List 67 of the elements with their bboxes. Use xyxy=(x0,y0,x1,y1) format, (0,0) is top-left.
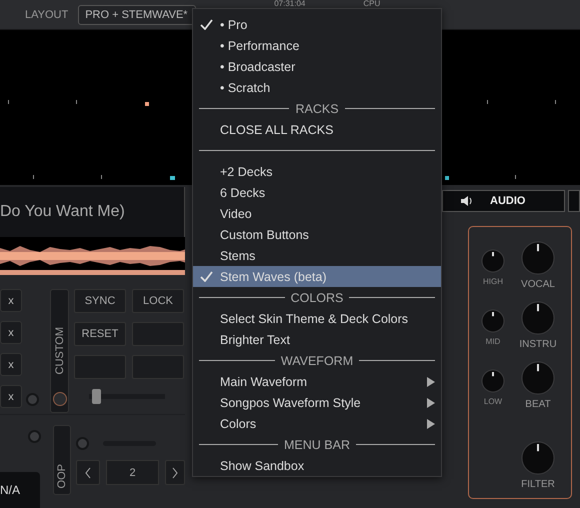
custom-panel[interactable]: CUSTOM xyxy=(50,289,69,413)
audio-tab[interactable]: AUDIO xyxy=(442,190,565,212)
next-button[interactable] xyxy=(165,460,185,485)
slider-thumb[interactable] xyxy=(92,389,102,404)
menu-item[interactable]: Songpos Waveform Style xyxy=(193,392,441,413)
knob-dot-icon[interactable] xyxy=(28,430,41,443)
delete-button[interactable]: x xyxy=(0,289,22,312)
menu-item[interactable]: Main Waveform xyxy=(193,371,441,392)
menu-item[interactable]: Video xyxy=(193,203,441,224)
knob[interactable] xyxy=(521,441,555,475)
eq-label: HIGH xyxy=(483,277,503,286)
knob-dot-icon[interactable] xyxy=(76,437,89,450)
section-header: RACKS xyxy=(295,102,339,116)
knob[interactable] xyxy=(481,309,505,333)
menu-item[interactable]: • Scratch xyxy=(193,77,441,98)
ring-icon xyxy=(52,392,66,406)
speaker-icon xyxy=(460,195,474,207)
eq-label: MID xyxy=(486,337,500,346)
chevron-right-icon xyxy=(172,466,178,478)
tab[interactable] xyxy=(568,190,580,212)
stem-label: FILTER xyxy=(521,479,555,490)
loop-size-field[interactable]: 2 xyxy=(106,460,159,485)
menu-item[interactable]: • Performance xyxy=(193,35,441,56)
menu-item[interactable]: Brighter Text xyxy=(193,329,441,350)
layout-label: LAYOUT xyxy=(25,8,68,20)
knob[interactable] xyxy=(521,241,555,275)
empty-button[interactable] xyxy=(132,322,184,346)
knob[interactable] xyxy=(521,301,555,335)
section-header: MENU BAR xyxy=(284,438,350,452)
menu-item[interactable]: Colors xyxy=(193,413,441,434)
custom-label: CUSTOM xyxy=(54,326,66,374)
stem-label: VOCAL xyxy=(521,279,555,290)
key-display: N/A xyxy=(0,472,40,508)
knob[interactable] xyxy=(481,249,505,273)
menu-item[interactable]: • Broadcaster xyxy=(193,56,441,77)
stem-label: BEAT xyxy=(525,399,551,410)
chevron-left-icon xyxy=(85,466,91,478)
menu-item[interactable]: Stems xyxy=(193,245,441,266)
menu-item[interactable]: Show Sandbox xyxy=(193,455,441,476)
pad-button[interactable]: LOCK xyxy=(132,289,184,313)
empty-button[interactable] xyxy=(132,355,184,379)
menu-item[interactable]: Custom Buttons xyxy=(193,224,441,245)
knob[interactable] xyxy=(521,361,555,395)
cpu-meter: CPU xyxy=(363,0,380,8)
menu-item[interactable]: CLOSE ALL RACKS xyxy=(193,119,441,140)
empty-button[interactable] xyxy=(74,355,126,379)
loop-label: OOP xyxy=(56,464,68,488)
previous-button[interactable] xyxy=(76,460,100,485)
delete-button[interactable]: x xyxy=(0,385,22,408)
pad-button[interactable]: RESET xyxy=(74,322,126,346)
layout-dropdown[interactable]: PRO + STEMWAVE* xyxy=(78,4,196,24)
delete-button[interactable]: x xyxy=(0,353,22,376)
clock: 07:31:04 xyxy=(274,0,306,8)
knob-dot-icon[interactable] xyxy=(26,393,39,406)
delete-button[interactable]: x xyxy=(0,321,22,344)
section-header: WAVEFORM xyxy=(280,354,354,368)
menu-item[interactable]: Select Skin Theme & Deck Colors xyxy=(193,308,441,329)
stem-label: INSTRU xyxy=(519,339,557,350)
loop-panel[interactable]: OOP xyxy=(52,425,71,495)
section-header: COLORS xyxy=(290,290,344,304)
menu-item[interactable]: 6 Decks xyxy=(193,182,441,203)
eq-label: LOW xyxy=(484,397,502,406)
track-title: Do You Want Me) xyxy=(0,203,125,221)
menu-item[interactable]: +2 Decks xyxy=(193,161,441,182)
menu-item[interactable]: Stem Waves (beta) xyxy=(193,266,441,287)
pad-button[interactable]: SYNC xyxy=(74,289,126,313)
knob[interactable] xyxy=(481,369,505,393)
